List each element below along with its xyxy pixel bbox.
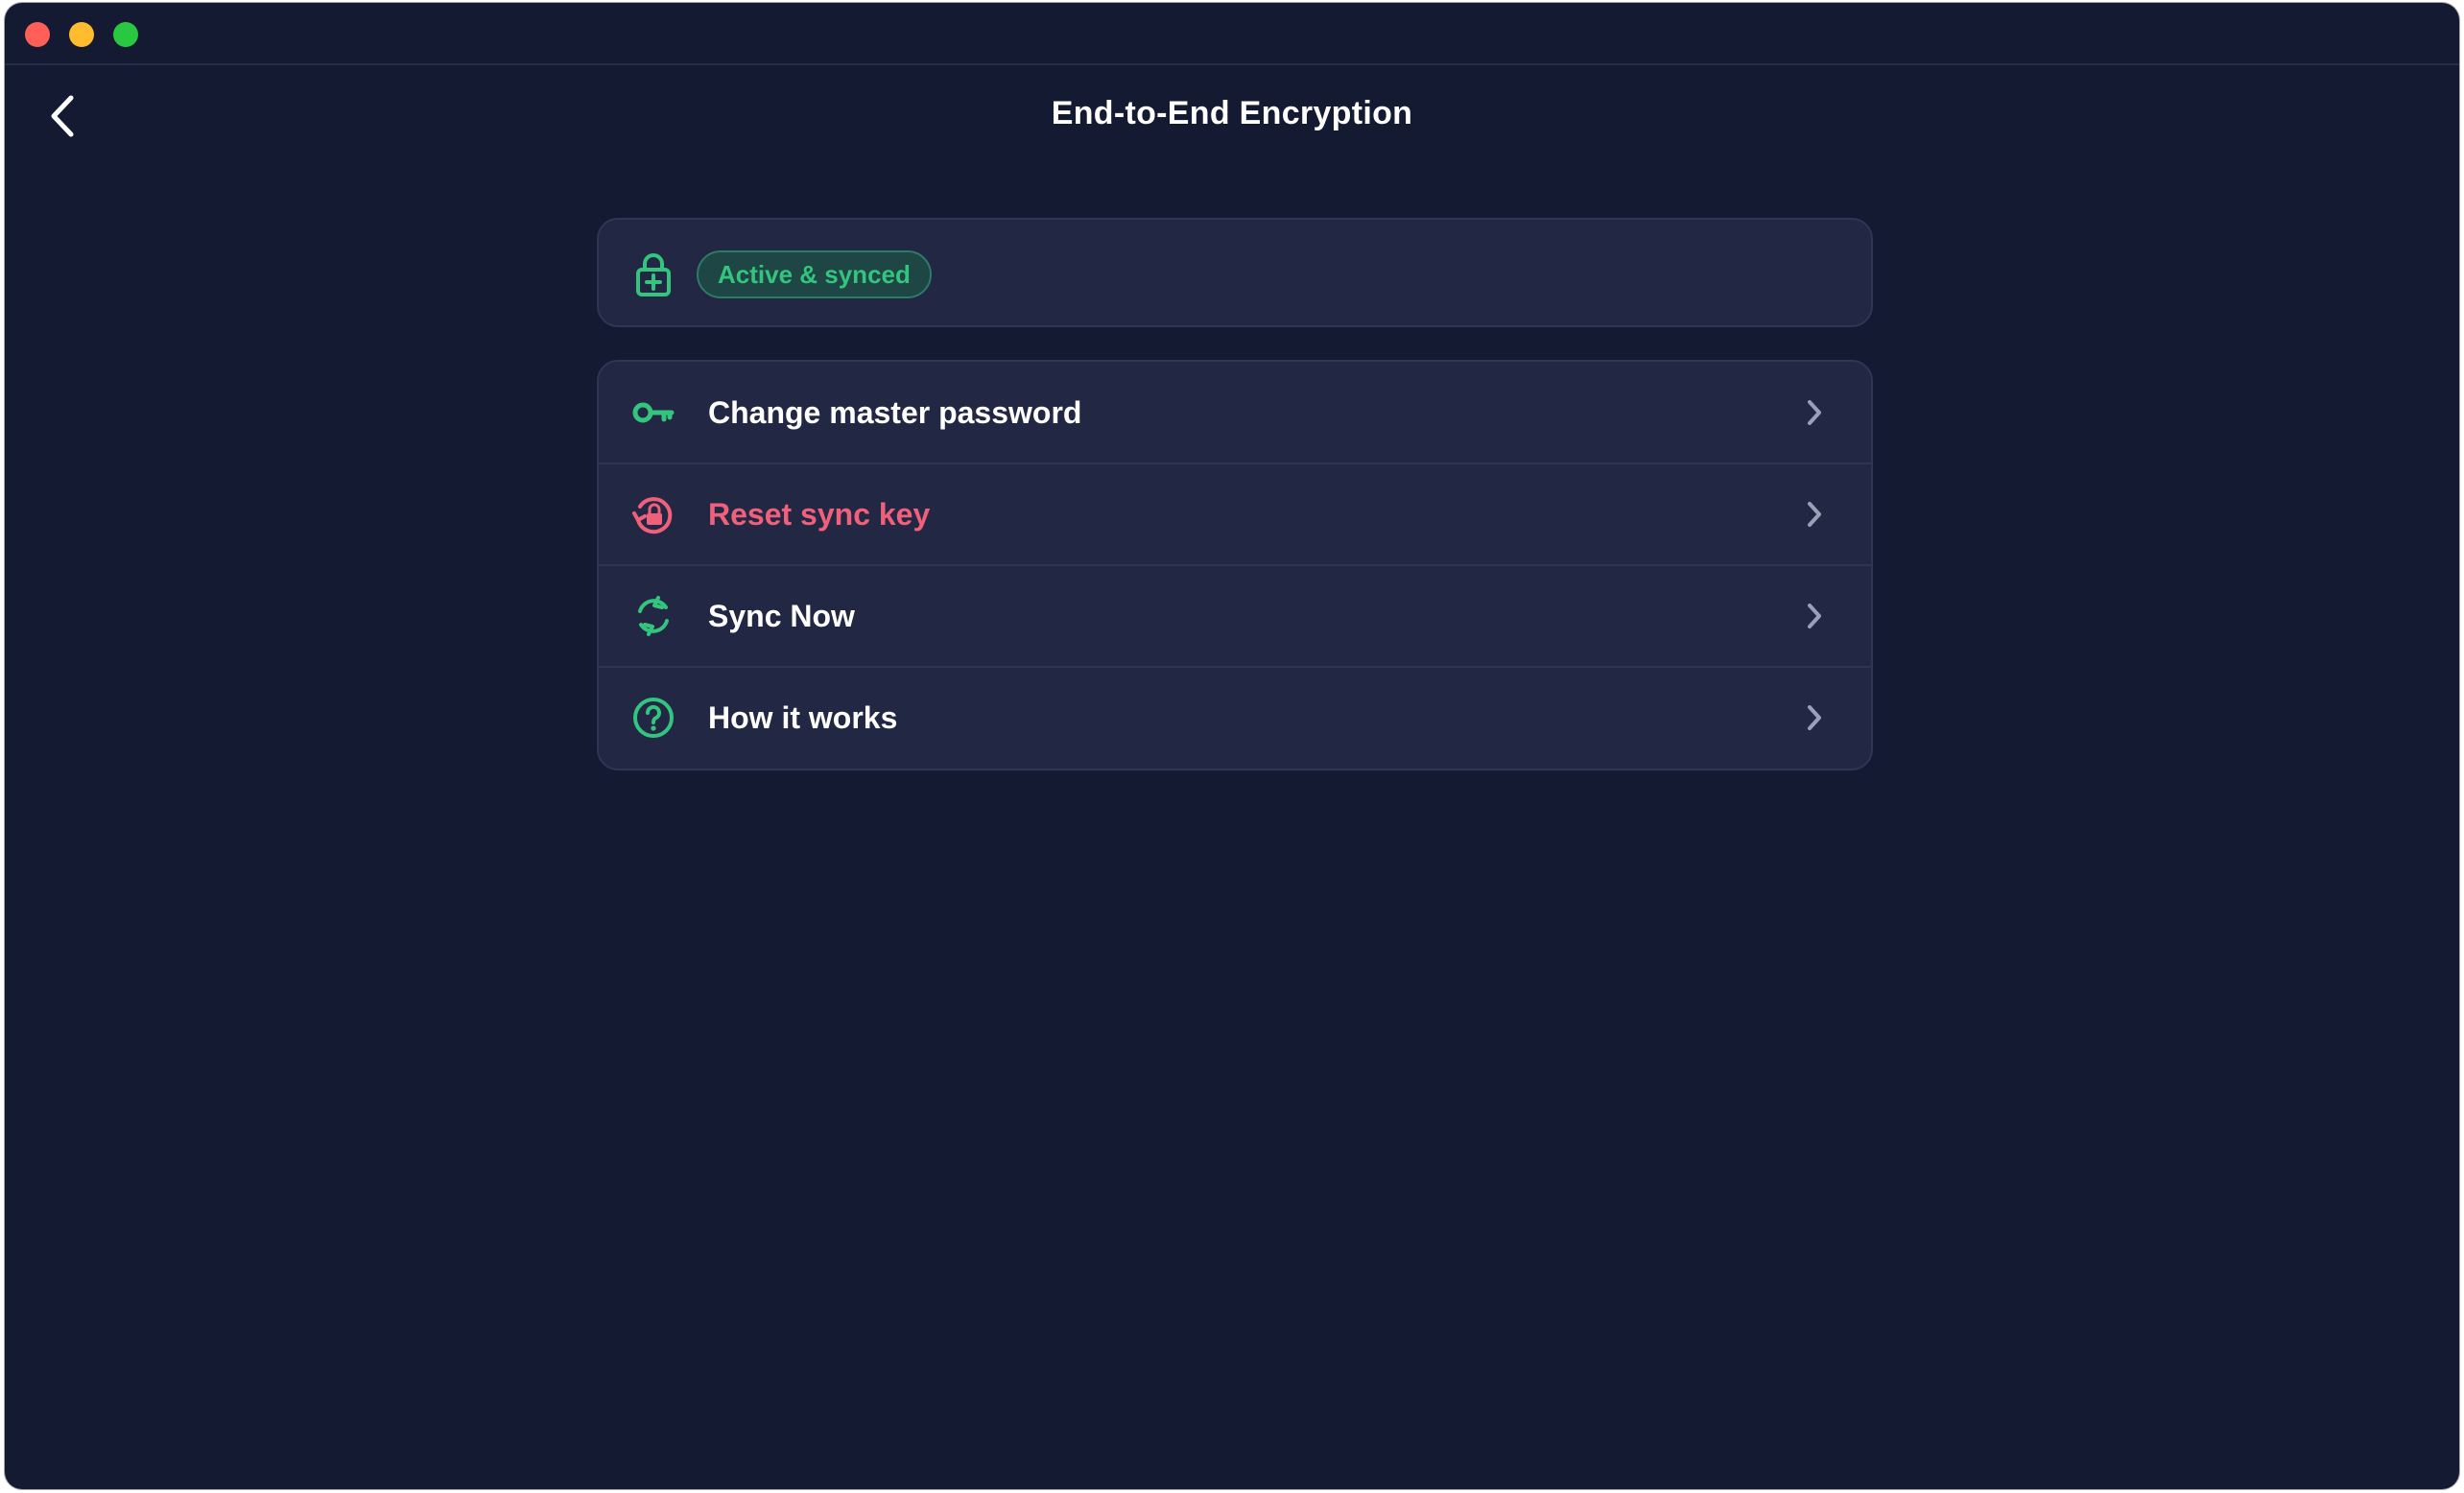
minimize-window-button[interactable] <box>69 22 94 47</box>
title-bar <box>5 3 2459 65</box>
zoom-window-button[interactable] <box>113 22 138 47</box>
menu-item-reset-sync-key[interactable]: Reset sync key <box>599 463 1871 565</box>
close-window-button[interactable] <box>25 22 50 47</box>
menu-item-sync-now[interactable]: Sync Now <box>599 565 1871 667</box>
status-badge: Active & synced <box>697 250 932 298</box>
lock-reset-icon <box>631 492 675 536</box>
app-window: End-to-End Encryption Active & synced Ch… <box>5 3 2459 1489</box>
menu-item-label: How it works <box>708 700 898 735</box>
encryption-menu: Change master password Reset sync key Sy… <box>597 360 1873 770</box>
help-circle-icon <box>631 696 675 740</box>
menu-item-how-it-works[interactable]: How it works <box>599 667 1871 769</box>
page-title: End-to-End Encryption <box>1051 95 1413 131</box>
chevron-right-icon <box>1800 703 1829 732</box>
chevron-right-icon <box>1800 500 1829 529</box>
menu-item-label: Change master password <box>708 395 1082 430</box>
menu-item-change-master-password[interactable]: Change master password <box>599 362 1871 463</box>
lock-plus-icon <box>635 252 672 301</box>
key-icon <box>631 391 675 435</box>
menu-item-label: Reset sync key <box>708 497 931 532</box>
chevron-right-icon <box>1800 398 1829 427</box>
sync-icon <box>631 594 675 638</box>
menu-item-label: Sync Now <box>708 599 855 633</box>
chevron-right-icon <box>1800 602 1829 630</box>
encryption-status-card: Active & synced <box>597 218 1873 327</box>
